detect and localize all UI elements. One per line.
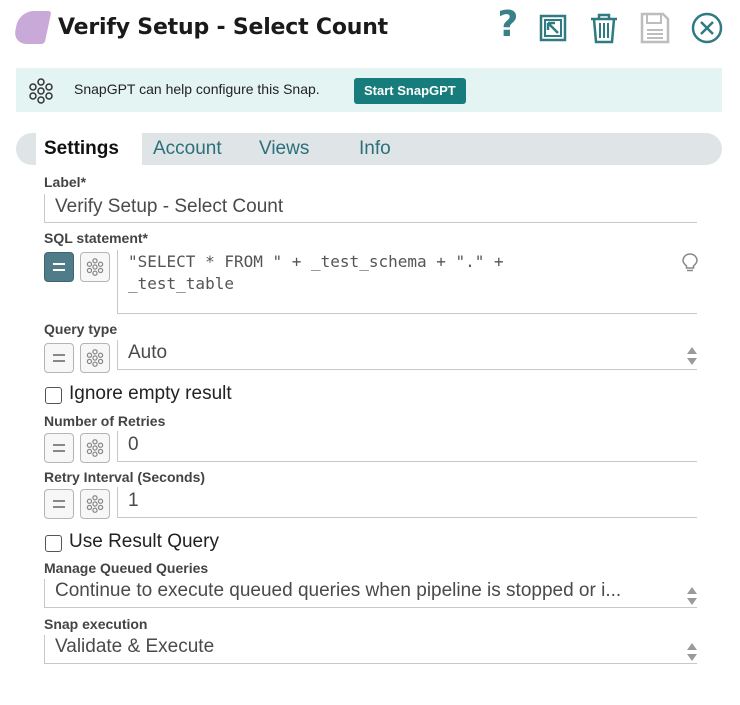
query-type-label: Query type [44, 321, 118, 337]
label-input-value: Verify Setup - Select Count [55, 196, 284, 217]
retries-input[interactable] [117, 431, 697, 462]
save-icon[interactable] [638, 10, 672, 46]
snapgpt-expression-button[interactable] [80, 489, 110, 519]
expression-toggle-button[interactable] [44, 489, 74, 519]
snapgpt-icon [86, 349, 104, 367]
retries-label: Number of Retries [44, 413, 166, 429]
ignore-empty-checkbox[interactable] [45, 387, 62, 404]
equals-icon [53, 263, 65, 271]
select-arrows-icon [687, 347, 697, 365]
snap-header: Verify Setup - Select Count ? [0, 0, 740, 62]
snapgpt-icon [86, 258, 104, 276]
label-field-label: Label* [44, 174, 87, 190]
retry-interval-label: Retry Interval (Seconds) [44, 469, 206, 485]
ignore-empty-label: Ignore empty result [69, 383, 232, 404]
snapgpt-banner: SnapGPT can help configure this Snap. St… [16, 68, 722, 112]
snapgpt-expression-button[interactable] [80, 252, 110, 282]
lightbulb-icon[interactable] [682, 253, 698, 277]
tab-account[interactable]: Account [153, 133, 222, 165]
query-type-select[interactable] [117, 340, 697, 370]
manage-queued-value: Continue to execute queued queries when … [55, 580, 622, 601]
use-result-query-checkbox[interactable] [45, 535, 62, 552]
expression-toggle-button[interactable] [44, 252, 74, 282]
equals-icon [53, 500, 65, 508]
equals-icon [53, 354, 65, 362]
snapgpt-icon [28, 78, 54, 104]
snap-execution-value: Validate & Execute [55, 636, 215, 657]
use-result-query-label: Use Result Query [69, 531, 219, 552]
close-icon[interactable] [688, 10, 726, 46]
tab-views[interactable]: Views [259, 133, 309, 165]
retry-interval-value: 1 [128, 490, 139, 511]
tab-info[interactable]: Info [359, 133, 391, 165]
snap-title: Verify Setup - Select Count [58, 15, 388, 40]
snapgpt-expression-button[interactable] [80, 433, 110, 463]
trash-icon[interactable] [586, 10, 622, 46]
snap-type-icon [12, 11, 52, 44]
manage-queued-label: Manage Queued Queries [44, 560, 209, 576]
expression-toggle-button[interactable] [44, 433, 74, 463]
select-arrows-icon [687, 587, 697, 605]
tab-bar: Settings Account Views Info [16, 133, 722, 169]
snapgpt-expression-button[interactable] [80, 343, 110, 373]
retries-value: 0 [128, 434, 139, 455]
equals-icon [53, 444, 65, 452]
snapgpt-text: SnapGPT can help configure this Snap. [74, 81, 320, 97]
sql-input-value: "SELECT * FROM " + _test_schema + "." + … [128, 252, 504, 293]
expression-toggle-button[interactable] [44, 343, 74, 373]
snapgpt-icon [86, 439, 104, 457]
help-icon[interactable]: ? [494, 4, 522, 45]
tab-settings[interactable]: Settings [36, 133, 142, 169]
snapgpt-icon [86, 495, 104, 513]
query-type-value: Auto [128, 342, 168, 363]
start-snapgpt-button[interactable]: Start SnapGPT [354, 78, 466, 104]
sql-field-label: SQL statement* [44, 230, 148, 246]
snap-execution-label: Snap execution [44, 616, 148, 632]
select-arrows-icon [687, 643, 697, 661]
retry-interval-input[interactable] [117, 487, 697, 518]
jump-icon[interactable] [536, 10, 570, 46]
